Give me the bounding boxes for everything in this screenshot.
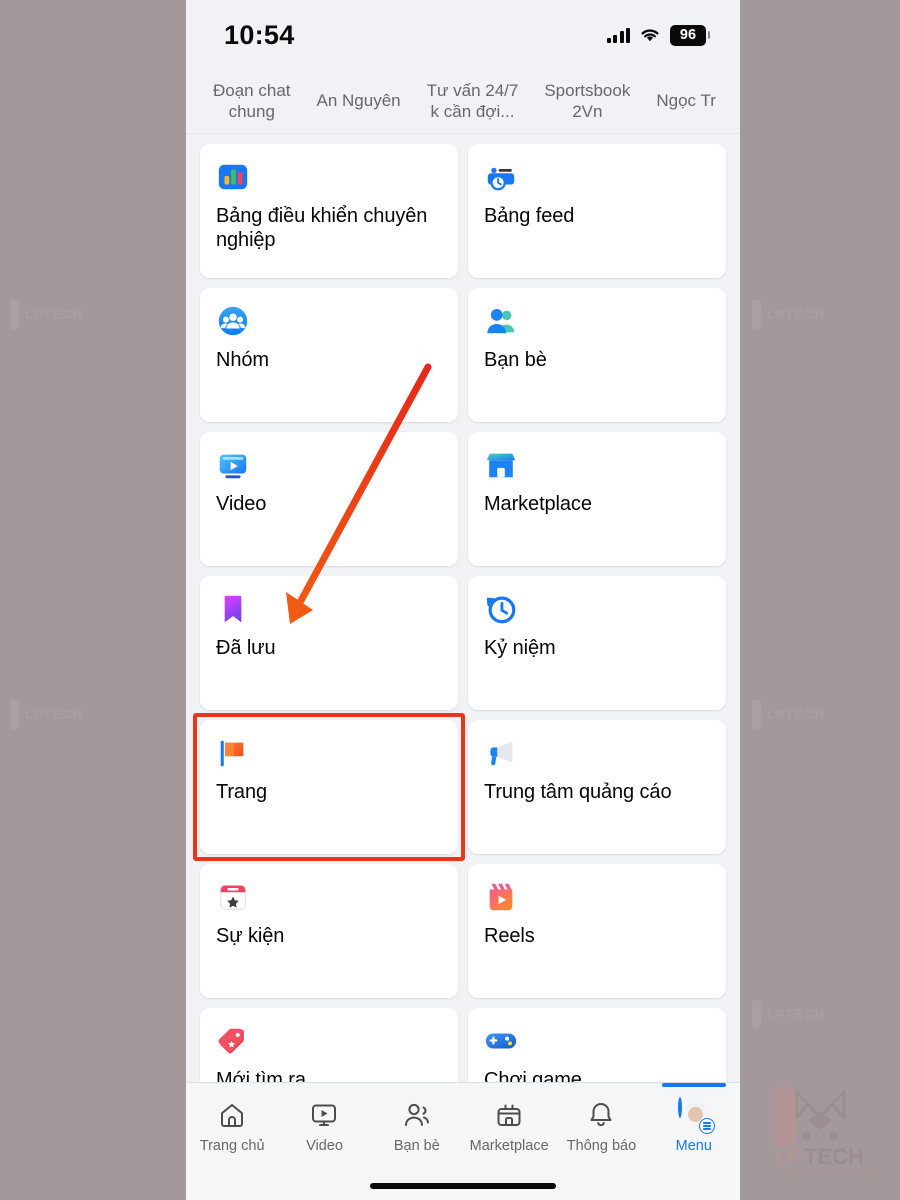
- menu-tile-label: Sự kiện: [216, 925, 285, 947]
- tab-label: Menu: [675, 1138, 712, 1154]
- tab-label: Bạn bè: [393, 1138, 440, 1154]
- saved-bookmark-icon: [224, 595, 242, 623]
- friends-icon: [402, 1099, 432, 1131]
- tab-video[interactable]: Video: [278, 1099, 370, 1154]
- groups-icon: [218, 306, 248, 336]
- tab-notifications[interactable]: Thông báo: [555, 1099, 647, 1154]
- menu-tile-ads-center[interactable]: Trung tâm quảng cáo: [468, 720, 726, 854]
- feeds-icon: [487, 165, 515, 191]
- menu-tile-video[interactable]: Video: [200, 432, 458, 566]
- background-watermark: LPTECH: [752, 300, 825, 330]
- friends-icon: [487, 309, 515, 334]
- menu-tile-saved[interactable]: Đã lưu: [200, 576, 458, 710]
- menu-tile-label: Reels: [484, 925, 535, 947]
- menu-tile-label: Trang: [216, 781, 268, 803]
- highlight-box-trang: Trang: [193, 713, 465, 861]
- bell-notification-icon: [586, 1099, 616, 1131]
- gaming-controller-icon: [485, 1033, 517, 1049]
- events-calendar-icon: [220, 885, 246, 910]
- ads-megaphone-icon: [490, 741, 513, 766]
- profile-avatar-menu-icon: [677, 1097, 715, 1134]
- chat-tab[interactable]: An Nguyên: [304, 91, 414, 112]
- menu-tile-marketplace[interactable]: Marketplace: [468, 432, 726, 566]
- video-icon: [309, 1099, 339, 1131]
- background-watermark: LPTECH: [10, 300, 83, 330]
- tab-label: Thông báo: [566, 1138, 637, 1154]
- menu-grid: Bảng điều khiển chuyên nghiệp Nhóm Video…: [186, 144, 740, 1142]
- hamburger-menu-icon: [698, 1118, 715, 1134]
- tab-marketplace[interactable]: Marketplace: [463, 1099, 555, 1154]
- menu-tile-groups[interactable]: Nhóm: [200, 288, 458, 422]
- tab-home[interactable]: Trang chủ: [186, 1099, 278, 1154]
- tab-label: Video: [306, 1138, 343, 1154]
- status-clock: 10:54: [224, 19, 295, 50]
- lptech-watermark: LP TECH Leading Professional Technology: [774, 1086, 878, 1177]
- svg-text:TECH: TECH: [804, 1144, 864, 1169]
- professional-dashboard-icon: [218, 164, 248, 190]
- menu-tile-label: Bạn bè: [484, 349, 547, 371]
- background-watermark: LPTECH: [752, 700, 825, 730]
- menu-tile-label: Kỷ niệm: [484, 637, 556, 659]
- menu-tile-friends[interactable]: Bạn bè: [468, 288, 726, 422]
- chat-tab-strip[interactable]: Đoạn chat chung An Nguyên Tư vấn 24/7 k …: [186, 70, 740, 134]
- home-indicator: [370, 1183, 556, 1189]
- menu-tile-label: Marketplace: [484, 493, 592, 515]
- status-indicators: 96: [606, 24, 710, 46]
- chat-tab[interactable]: Tư vấn 24/7 k cần đợi...: [414, 81, 532, 122]
- menu-tile-reels[interactable]: Reels: [468, 864, 726, 998]
- marketplace-icon: [494, 1099, 524, 1131]
- chat-tab[interactable]: Đoạn chat chung: [200, 81, 304, 122]
- memories-clock-icon: [486, 596, 516, 624]
- menu-tile-label: Video: [216, 493, 267, 515]
- menu-right-column: Bảng feed Bạn bè Marketplace Kỷ niệm Tru…: [468, 144, 726, 1142]
- menu-tile-memories[interactable]: Kỷ niệm: [468, 576, 726, 710]
- cellular-signal-icon: [606, 27, 630, 43]
- chat-tab[interactable]: Sportsbook 2Vn: [531, 81, 643, 122]
- menu-tile-label: Bảng feed: [484, 205, 575, 227]
- reels-icon: [489, 883, 513, 911]
- menu-left-column: Bảng điều khiển chuyên nghiệp Nhóm Video…: [193, 144, 465, 1142]
- menu-tile-pages[interactable]: Trang: [200, 720, 458, 854]
- video-icon: [219, 454, 247, 479]
- pages-flag-icon: [220, 740, 244, 767]
- tab-label: Marketplace: [469, 1138, 549, 1154]
- tab-menu[interactable]: Menu: [648, 1083, 740, 1154]
- svg-text:Leading Professional Technolog: Leading Professional Technology: [775, 1170, 878, 1177]
- menu-tile-professional-dashboard[interactable]: Bảng điều khiển chuyên nghiệp: [200, 144, 458, 278]
- marketplace-store-icon: [486, 453, 516, 478]
- tab-label: Trang chủ: [199, 1138, 265, 1154]
- home-icon: [217, 1099, 247, 1131]
- menu-tile-label: Bảng điều khiển chuyên nghiệp: [216, 205, 428, 252]
- menu-tile-events[interactable]: Sự kiện: [200, 864, 458, 998]
- status-bar: 10:54 96: [186, 0, 740, 70]
- battery-icon: 96: [670, 24, 710, 46]
- menu-tile-feeds[interactable]: Bảng feed: [468, 144, 726, 278]
- background-watermark: LPTECH: [752, 1000, 825, 1030]
- menu-tile-label: Đã lưu: [216, 637, 276, 659]
- phone-screen: 10:54 96 Đoạn chat chung An Nguyên Tư vấ…: [186, 0, 740, 1200]
- background-watermark: LPTECH: [10, 700, 83, 730]
- chat-tab[interactable]: Ngọc Tr: [643, 91, 729, 112]
- menu-tile-label: Nhóm: [216, 349, 269, 371]
- svg-text:LP: LP: [774, 1144, 802, 1169]
- recently-discovered-tag-icon: [218, 1028, 244, 1054]
- menu-content: Bảng điều khiển chuyên nghiệp Nhóm Video…: [186, 134, 740, 1200]
- menu-tile-label: Trung tâm quảng cáo: [484, 781, 672, 803]
- tab-friends[interactable]: Bạn bè: [371, 1099, 463, 1154]
- avatar: [677, 1097, 705, 1122]
- wifi-icon: [641, 29, 659, 42]
